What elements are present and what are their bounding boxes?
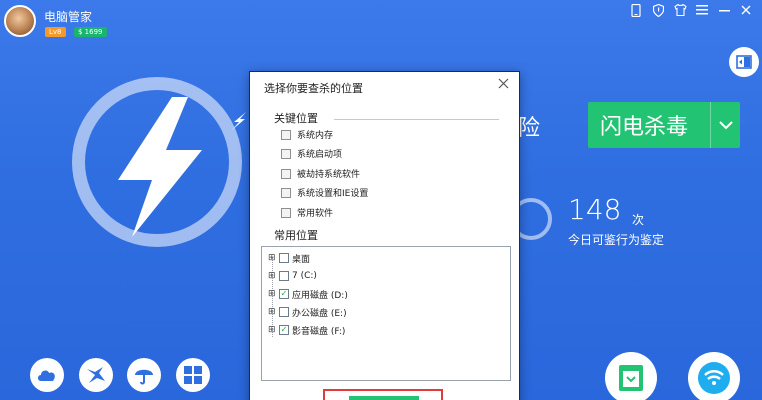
tree-item-label: 7 (C:) [292,271,317,281]
checkbox[interactable] [279,253,289,263]
checkbox[interactable] [281,168,291,179]
spark-icon [232,112,246,130]
checkbox[interactable] [281,148,291,159]
app-title: 电脑管家 [44,10,93,24]
behavior-count-description: 今日可鉴行为鉴定 [568,233,665,247]
level-badge: Lv8 [45,27,66,37]
shield-icon[interactable] [650,3,666,20]
dialog-title: 选择你要查杀的位置 [264,82,363,95]
phone-icon[interactable] [628,3,644,20]
tree-item-label: 办公磁盘 (E:) [292,308,347,319]
wifi-icon [698,362,730,394]
bird-tool-button[interactable] [79,358,113,392]
bird-icon [87,367,105,383]
cloud-tool-button[interactable] [30,358,64,392]
tree-item[interactable]: ⊞ 7 (C:) [268,269,317,283]
tree-item-label: 应用磁盘 (D:) [292,290,348,301]
tree-item[interactable]: ⊞ ✓ 应用磁盘 (D:) [268,287,348,301]
key-location-item[interactable]: 常用软件 [281,206,333,219]
lightning-bolt-icon [118,97,202,237]
window-controls [628,3,754,20]
checkbox-checked[interactable]: ✓ [279,325,289,335]
close-icon[interactable] [738,4,754,20]
checkbox[interactable] [281,129,291,140]
tree-item-label: 桌面 [292,254,311,265]
key-location-label: 系统设置和IE设置 [297,189,369,199]
common-locations-title: 常用位置 [274,229,318,242]
checkbox[interactable] [281,187,291,198]
key-location-item[interactable]: 被劫持系统软件 [281,167,360,180]
sidebar-toggle-icon [736,55,752,69]
key-locations-title: 关键位置 [274,112,318,125]
tree-item[interactable]: ⊞ 办公磁盘 (E:) [268,305,347,319]
expand-icon[interactable]: ⊞ [268,289,277,299]
umbrella-icon [135,369,153,385]
highlight-box [323,389,443,400]
flash-scan-label: 闪电杀毒 [600,115,689,140]
scan-status-text-partial: 险 [518,116,541,141]
coin-badge: $ 1699 [74,27,107,37]
behavior-count: 148 [568,193,622,226]
expand-icon[interactable]: ⊞ [268,271,277,281]
expand-icon[interactable]: ⊞ [268,325,277,335]
location-tree: ⊞ 桌面 ⊞ 7 (C:) ⊞ ✓ 应用磁盘 (D:) ⊞ 办公磁盘 (E:) … [261,246,511,381]
checkbox[interactable] [279,307,289,317]
key-location-item[interactable]: 系统设置和IE设置 [281,186,368,199]
tree-item[interactable]: ⊞ ✓ 影音磁盘 (F:) [268,323,345,337]
device-icon [619,365,643,391]
checkbox[interactable] [279,271,289,281]
shirt-icon[interactable] [672,3,688,20]
key-location-label: 常用软件 [297,209,334,219]
start-scan-button[interactable] [349,396,419,400]
flash-scan-button[interactable]: 闪电杀毒 [588,102,740,148]
umbrella-tool-button[interactable] [127,358,161,392]
cloud-icon [38,370,55,381]
chevron-down-icon[interactable] [710,102,740,148]
main-window: 电脑管家 Lv8 $ 1699 险 闪电杀毒 148 次 今日可鉴行为鉴定 选择… [0,0,762,400]
tree-item-label: 影音磁盘 (F:) [292,326,346,337]
checkbox-checked[interactable]: ✓ [279,289,289,299]
checkbox[interactable] [281,207,291,218]
menu-icon[interactable] [694,4,710,20]
key-location-label: 系统内存 [297,131,334,141]
expand-icon[interactable]: ⊞ [268,307,277,317]
divider [334,119,499,120]
wifi-tool-button[interactable] [688,352,740,400]
minimize-icon[interactable] [716,4,732,20]
scan-location-dialog: 选择你要查杀的位置 关键位置 系统内存 系统启动项 被劫持系统软件 系统设置和I… [249,71,520,400]
key-location-item[interactable]: 系统内存 [281,128,333,141]
device-tool-button[interactable] [605,352,657,400]
key-location-label: 被劫持系统软件 [297,170,361,180]
tree-item[interactable]: ⊞ 桌面 [268,251,310,265]
behavior-count-unit: 次 [632,213,645,227]
close-icon[interactable] [496,78,510,92]
windows-icon [184,366,202,384]
windows-tool-button[interactable] [176,358,210,392]
key-location-item[interactable]: 系统启动项 [281,147,342,160]
expand-icon[interactable]: ⊞ [268,253,277,263]
side-panel-button[interactable] [729,47,759,77]
avatar[interactable] [4,5,36,37]
key-location-label: 系统启动项 [297,150,343,160]
